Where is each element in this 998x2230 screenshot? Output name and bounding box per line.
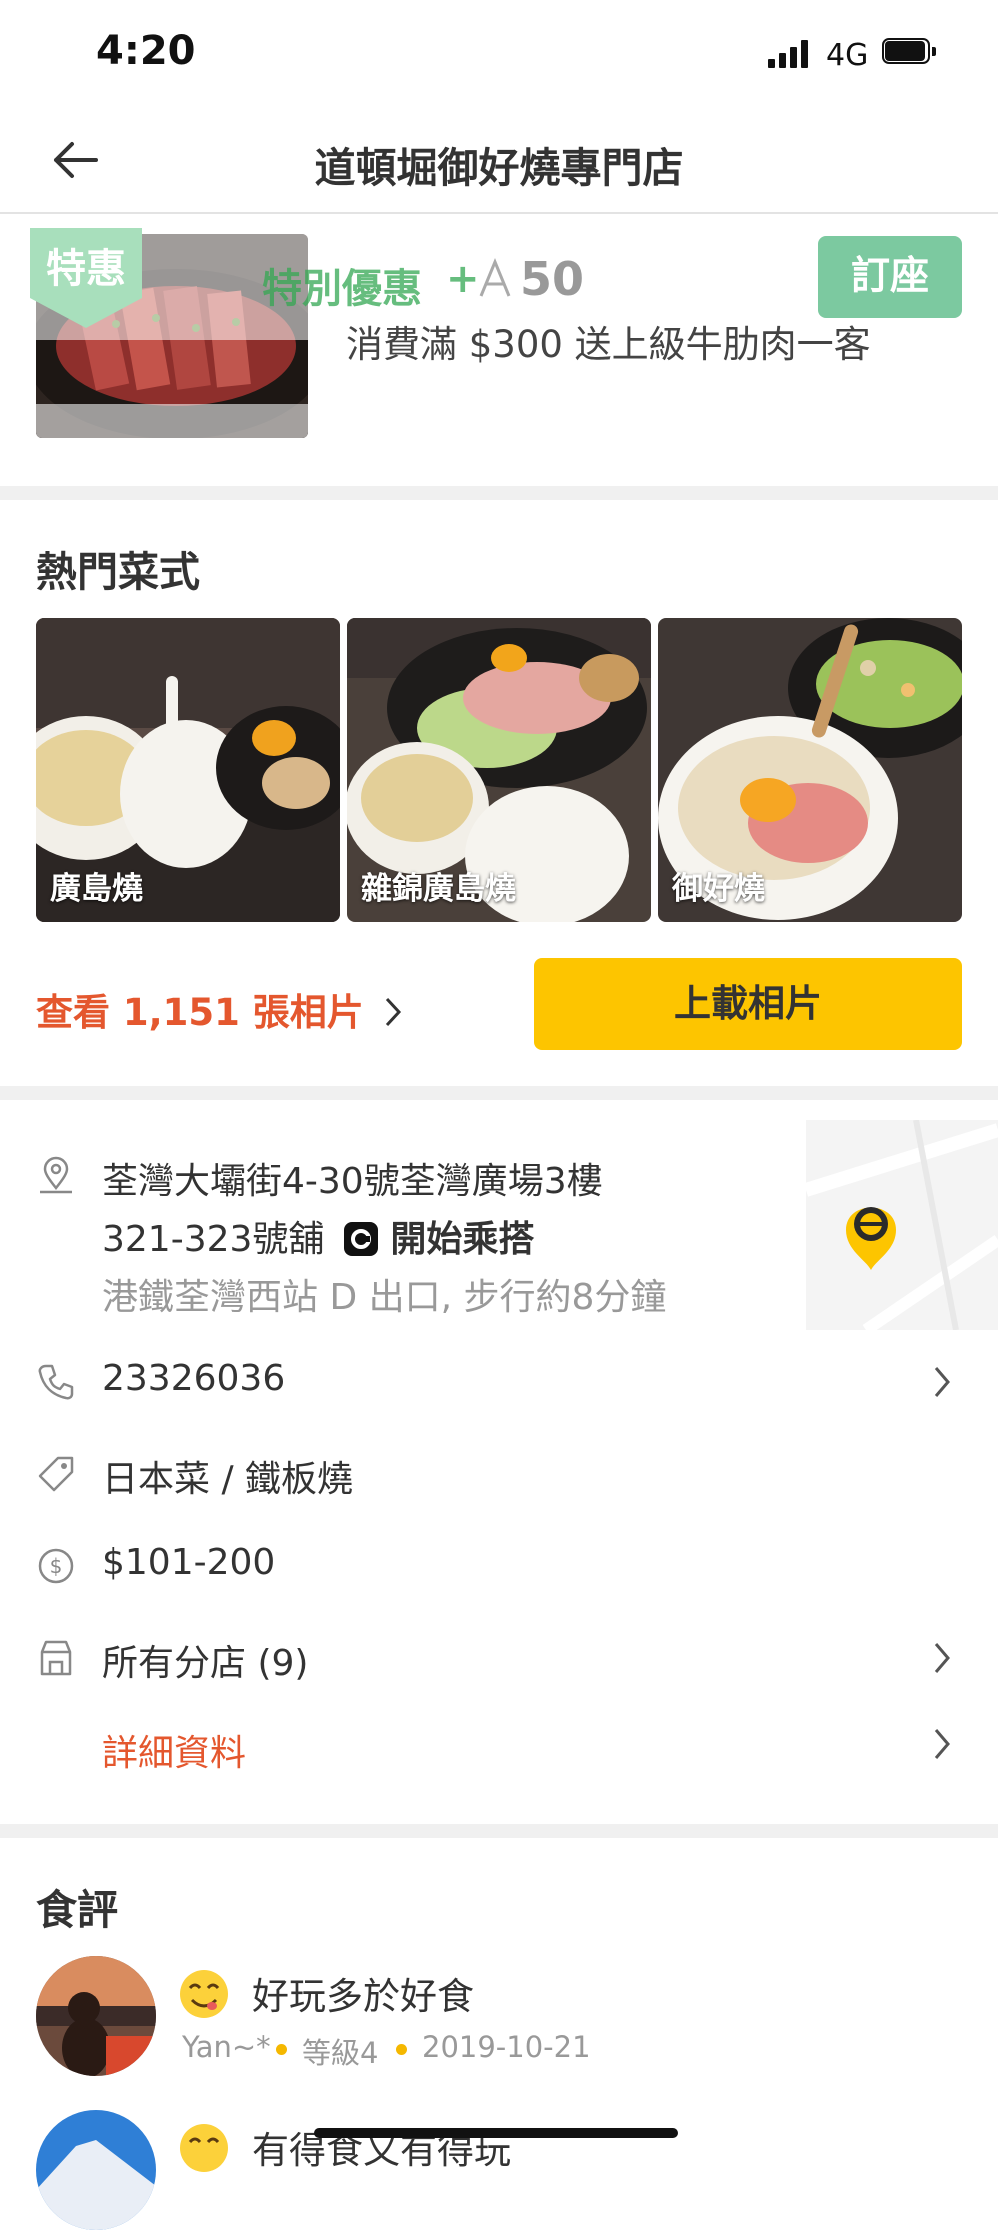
details-link[interactable]: 詳細資料	[102, 1724, 246, 1776]
price-icon: $	[38, 1548, 74, 1584]
address-line-1[interactable]: 荃灣大壩街4-30號荃灣廣場3樓	[102, 1152, 603, 1204]
network-type: 4G	[826, 38, 869, 73]
directions-text: 港鐵荃灣西站 D 出口, 步行約8分鐘	[102, 1277, 667, 1318]
avatar[interactable]	[36, 1956, 156, 2076]
reviews-title: 食評	[36, 1886, 118, 1934]
review-title[interactable]: 好玩多於好食	[252, 1966, 474, 2020]
section-divider	[0, 1824, 998, 1838]
dish-card[interactable]: 御好燒	[658, 618, 962, 922]
yummy-emoji-icon	[180, 1970, 228, 2018]
section-divider	[0, 486, 998, 500]
store-icon	[40, 1640, 72, 1676]
deal-title: 特別優惠	[262, 266, 422, 312]
chevron-right-icon	[385, 997, 401, 1027]
svg-text:$: $	[50, 1554, 63, 1578]
battery-icon	[882, 38, 940, 66]
chevron-right-icon[interactable]	[930, 1724, 954, 1764]
location-pin-icon	[40, 1156, 72, 1194]
signal-icon	[768, 38, 814, 68]
price-range: $101-200	[102, 1542, 276, 1583]
address-line-2[interactable]: 321-323號舖 開始乘搭	[102, 1210, 534, 1262]
popular-dishes-title: 熱門菜式	[36, 548, 200, 596]
chevron-right-icon[interactable]	[930, 1638, 954, 1678]
home-indicator[interactable]	[314, 2128, 678, 2138]
cuisine-type: 日本菜 / 鐵板燒	[102, 1459, 354, 1500]
page-title: 道頓堀御好燒專門店	[314, 144, 684, 192]
ride-hailing-button[interactable]: 開始乘搭	[343, 1219, 535, 1260]
meta-separator-dot	[276, 2044, 287, 2055]
deal-plus: +	[446, 256, 480, 302]
yummy-emoji-icon	[180, 2124, 228, 2172]
status-time: 4:20	[96, 28, 196, 74]
view-photos-label: 查看 1,151 張相片	[36, 991, 364, 1034]
review-author-level: 等級4	[302, 2036, 379, 2070]
deal-description: 消費滿 $300 送上級牛肋肉一客	[346, 323, 871, 366]
all-branches-link[interactable]: 所有分店 (9)	[102, 1634, 308, 1686]
address-line-2-text: 321-323號舖	[102, 1219, 325, 1260]
deal-points: 50	[520, 252, 585, 306]
ride-icon	[343, 1222, 378, 1256]
view-photos-link[interactable]: 查看 1,151 張相片	[36, 982, 403, 1036]
review-author[interactable]: Yan~*	[182, 2030, 271, 2064]
dish-label: 御好燒	[672, 871, 765, 907]
points-icon	[478, 256, 512, 310]
reserve-button[interactable]: 訂座	[818, 236, 962, 318]
ride-label: 開始乘搭	[390, 1219, 535, 1260]
tag-icon	[38, 1456, 74, 1492]
dish-label: 廣島燒	[50, 871, 143, 907]
map-thumbnail[interactable]	[803, 1119, 998, 1335]
review-date: 2019-10-21	[422, 2030, 591, 2064]
phone-icon	[38, 1364, 74, 1400]
dish-card[interactable]: 廣島燒	[36, 618, 340, 922]
meta-separator-dot	[396, 2044, 407, 2055]
section-divider	[0, 1086, 998, 1100]
chevron-right-icon[interactable]	[930, 1362, 954, 1402]
dish-card[interactable]: 雜錦廣島燒	[347, 618, 651, 922]
avatar[interactable]	[36, 2110, 156, 2230]
dish-label: 雜錦廣島燒	[361, 871, 516, 907]
upload-photo-button[interactable]: 上載相片	[534, 958, 962, 1050]
phone-number[interactable]: 23326036	[102, 1358, 285, 1399]
